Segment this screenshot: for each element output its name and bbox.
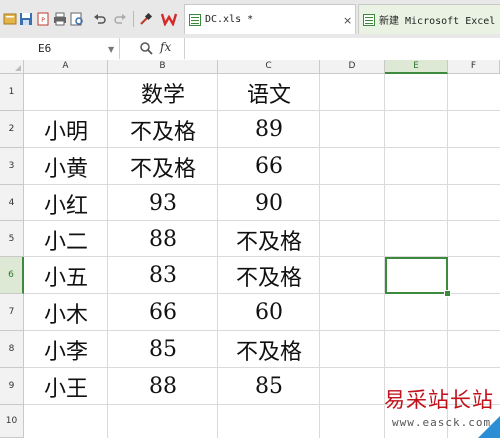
cell-c2[interactable]: 89 [218, 111, 320, 148]
cell-a2[interactable]: 小明 [24, 111, 108, 148]
selected-cell-e6[interactable] [385, 257, 448, 294]
cell-c8[interactable]: 不及格 [218, 331, 320, 368]
cell-b6[interactable]: 83 [108, 257, 218, 294]
watermark-title: 易采站长站 [384, 388, 494, 412]
cell-b3[interactable]: 不及格 [108, 148, 218, 185]
row-header-8[interactable]: 8 [0, 331, 24, 368]
row-header-6[interactable]: 6 [0, 257, 24, 294]
cell-c3[interactable]: 66 [218, 148, 320, 185]
column-header-c[interactable]: C [218, 60, 320, 74]
print-preview-icon[interactable] [70, 12, 84, 26]
formula-input[interactable] [186, 38, 500, 59]
undo-icon[interactable] [93, 12, 107, 26]
cell-a8[interactable]: 小李 [24, 331, 108, 368]
cell-a4[interactable]: 小红 [24, 185, 108, 222]
cell-b5[interactable]: 88 [108, 221, 218, 258]
watermark-corner [478, 416, 500, 438]
fill-handle[interactable] [444, 290, 451, 297]
cell-a3[interactable]: 小黄 [24, 148, 108, 185]
select-all-corner[interactable] [0, 60, 24, 74]
cell-a9[interactable]: 小王 [24, 368, 108, 405]
cell-b8[interactable]: 85 [108, 331, 218, 368]
redo-icon[interactable] [113, 12, 127, 26]
cell-b9[interactable]: 88 [108, 368, 218, 405]
spreadsheet-file-icon [363, 13, 375, 26]
row-header-4[interactable]: 4 [0, 185, 24, 221]
cell-c9[interactable]: 85 [218, 368, 320, 405]
toolbar-separator [133, 11, 134, 27]
cell-b4[interactable]: 93 [108, 185, 218, 222]
watermark: 易采站长站 www.easck.com [378, 380, 500, 438]
wps-logo-icon[interactable] [161, 12, 177, 26]
name-box[interactable]: E6 [0, 38, 120, 59]
row-header-5[interactable]: 5 [0, 221, 24, 257]
row-header-10[interactable]: 10 [0, 405, 24, 438]
tab-dc-xls[interactable]: DC.xls * [184, 4, 356, 34]
row-header-1[interactable]: 1 [0, 74, 24, 111]
save-icon[interactable] [19, 12, 33, 26]
format-painter-icon[interactable] [139, 12, 153, 26]
column-header-b[interactable]: B [108, 60, 218, 74]
chevron-down-icon[interactable]: ▼ [108, 45, 114, 54]
row-header-9[interactable]: 9 [0, 368, 24, 405]
watermark-url: www.easck.com [392, 416, 492, 429]
tab-label: DC.xls * [205, 14, 254, 25]
row-header-3[interactable]: 3 [0, 148, 24, 185]
column-header-a[interactable]: A [24, 60, 108, 74]
name-box-value: E6 [38, 42, 52, 55]
column-header-f[interactable]: F [448, 60, 500, 74]
close-icon[interactable]: × [343, 14, 352, 27]
column-header-e[interactable]: E [385, 60, 448, 74]
cell-a5[interactable]: 小二 [24, 221, 108, 258]
svg-text:P: P [41, 17, 45, 24]
cell-b1-header-math[interactable]: 数学 [108, 74, 218, 111]
zoom-icon[interactable] [139, 41, 153, 55]
cell-b2[interactable]: 不及格 [108, 111, 218, 148]
row-header-7[interactable]: 7 [0, 294, 24, 331]
cell-a7[interactable]: 小木 [24, 294, 108, 331]
quick-open-icon[interactable] [3, 12, 17, 26]
fx-button[interactable]: fx [160, 40, 171, 54]
formula-bar: E6 ▼ fx [0, 38, 500, 61]
column-header-d[interactable]: D [320, 60, 385, 74]
cell-c7[interactable]: 60 [218, 294, 320, 331]
cell-a6[interactable]: 小五 [24, 257, 108, 294]
title-bar: P DC.xls * × 新建 Microsoft Excel 工 [0, 0, 500, 39]
divider [184, 38, 185, 59]
cell-c5[interactable]: 不及格 [218, 221, 320, 258]
tab-new-excel[interactable]: 新建 Microsoft Excel 工 [358, 4, 500, 34]
tab-label: 新建 Microsoft Excel 工 [379, 16, 500, 27]
cell-c4[interactable]: 90 [218, 185, 320, 222]
export-pdf-icon[interactable]: P [36, 12, 50, 26]
spreadsheet-file-icon [189, 13, 201, 26]
cell-c1-header-chinese[interactable]: 语文 [218, 74, 320, 111]
row-header-2[interactable]: 2 [0, 111, 24, 148]
print-icon[interactable] [53, 12, 67, 26]
cell-c6[interactable]: 不及格 [218, 257, 320, 294]
cell-b7[interactable]: 66 [108, 294, 218, 331]
